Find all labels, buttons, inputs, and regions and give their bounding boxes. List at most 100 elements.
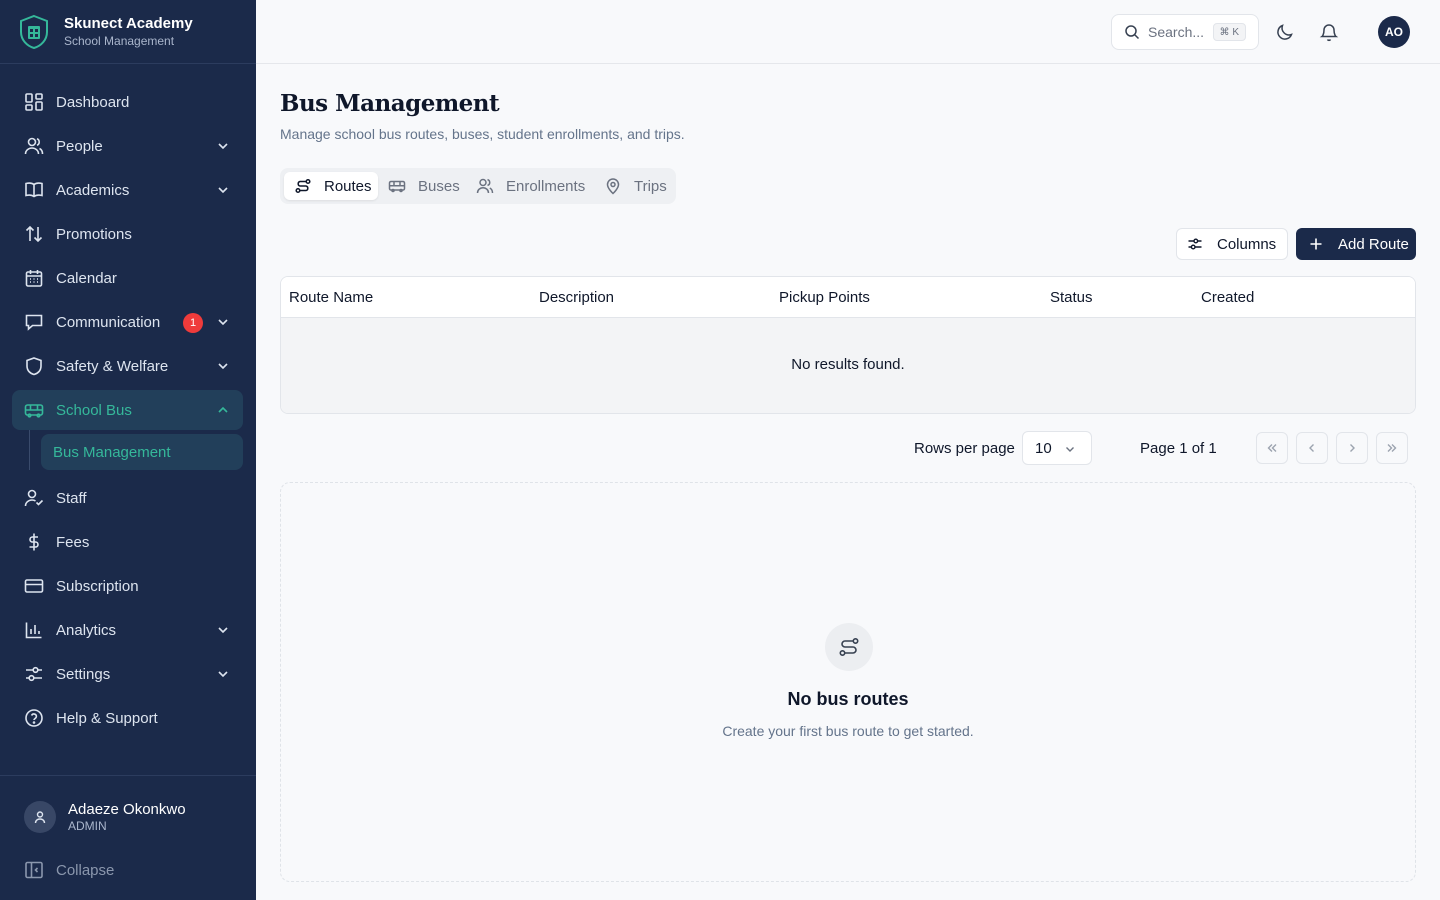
chevron-down-icon — [218, 143, 228, 150]
credit-card-icon — [24, 576, 44, 596]
tab-label: Trips — [634, 177, 667, 195]
sidebar-item-settings[interactable]: Settings — [12, 654, 243, 694]
shield-icon — [24, 356, 44, 376]
route-icon — [294, 177, 312, 195]
plus-icon — [1308, 236, 1324, 252]
sliders-icon — [1187, 236, 1203, 252]
dashboard-icon — [24, 92, 44, 112]
sidebar-item-people[interactable]: People — [12, 126, 243, 166]
sidebar-item-calendar[interactable]: Calendar — [12, 258, 243, 298]
school-shield-icon — [16, 14, 52, 50]
sidebar-item-promotions[interactable]: Promotions — [12, 214, 243, 254]
tab-buses[interactable]: Buses — [378, 172, 464, 200]
collapse-label: Collapse — [56, 861, 115, 879]
tab-trips[interactable]: Trips — [594, 172, 672, 200]
sliders-icon — [24, 664, 44, 684]
brand[interactable]: Skunect Academy School Management — [0, 0, 256, 64]
bell-icon — [1319, 24, 1339, 42]
rows-per-page-label: Rows per page — [914, 440, 1015, 457]
page-subtitle: Manage school bus routes, buses, student… — [280, 126, 685, 142]
sidebar-submenu: Bus Management — [12, 430, 243, 474]
route-icon — [825, 623, 873, 671]
map-pin-icon — [604, 177, 622, 195]
routes-table: Route Name Description Pickup Points Sta… — [280, 276, 1416, 414]
columns-label: Columns — [1217, 235, 1277, 253]
first-page-button[interactable] — [1256, 432, 1288, 464]
sidebar-item-label: Subscription — [56, 577, 139, 595]
sidebar-item-label: Calendar — [56, 269, 117, 287]
sidebar-item-safety-welfare[interactable]: Safety & Welfare — [12, 346, 243, 386]
people-icon — [24, 136, 44, 156]
sidebar-item-label: Dashboard — [56, 93, 130, 111]
pagination: Rows per page 10 Page 1 of 1 — [280, 430, 1416, 466]
column-header-route-name[interactable]: Route Name — [289, 289, 373, 306]
sidebar-item-analytics[interactable]: Analytics — [12, 610, 243, 650]
calendar-icon — [24, 268, 44, 288]
chevron-down-icon — [1066, 447, 1074, 452]
chevron-up-icon — [218, 406, 228, 413]
chevron-down-icon — [218, 671, 228, 678]
submenu-line — [29, 430, 30, 470]
rows-per-page-value: 10 — [1035, 439, 1052, 457]
columns-button[interactable]: Columns — [1176, 228, 1288, 260]
empty-state-text: Create your first bus route to get start… — [722, 723, 974, 739]
chevron-left-icon — [1309, 444, 1314, 452]
sidebar-item-fees[interactable]: Fees — [12, 522, 243, 562]
tab-routes[interactable]: Routes — [284, 172, 378, 200]
sidebar-item-school-bus[interactable]: School Bus — [12, 390, 243, 430]
sidebar-item-label: Staff — [56, 489, 87, 507]
rows-per-page-select[interactable]: 10 — [1022, 431, 1092, 465]
bar-chart-icon — [24, 620, 44, 640]
chevron-down-icon — [218, 363, 228, 370]
previous-page-button[interactable] — [1296, 432, 1328, 464]
bus-icon — [24, 400, 44, 420]
sidebar-item-staff[interactable]: Staff — [12, 478, 243, 518]
sidebar-item-bus-management[interactable]: Bus Management — [41, 434, 243, 470]
book-icon — [24, 180, 44, 200]
add-route-button[interactable]: Add Route — [1296, 228, 1416, 260]
theme-toggle-button[interactable] — [1275, 20, 1295, 44]
sidebar: Skunect Academy School Management Dashbo… — [0, 0, 256, 900]
column-header-description[interactable]: Description — [539, 289, 614, 306]
sidebar-item-label: School Bus — [56, 401, 132, 419]
search-shortcut: ⌘ K — [1212, 23, 1246, 41]
brand-name: Skunect Academy — [64, 14, 193, 32]
column-header-pickup-points[interactable]: Pickup Points — [779, 289, 870, 306]
collapse-button[interactable]: Collapse — [24, 860, 114, 880]
moon-icon — [1277, 24, 1293, 40]
message-icon — [24, 312, 44, 332]
tab-enrollments[interactable]: Enrollments — [466, 172, 594, 200]
search-input[interactable]: Search... ⌘ K — [1111, 14, 1259, 50]
chevrons-right-icon — [1387, 444, 1397, 452]
user-name: Adaeze Okonkwo — [68, 801, 186, 818]
user-profile[interactable]: Adaeze Okonkwo ADMIN — [24, 801, 186, 833]
tab-label: Enrollments — [506, 177, 586, 195]
user-panel: Adaeze Okonkwo ADMIN Collapse — [0, 775, 256, 900]
user-avatar[interactable]: AO — [1378, 16, 1410, 48]
sidebar-item-label: Communication — [56, 313, 161, 331]
topbar: Search... ⌘ K AO — [256, 0, 1440, 64]
search-icon — [1125, 25, 1140, 40]
sidebar-item-label: Safety & Welfare — [56, 357, 169, 375]
sidebar-item-academics[interactable]: Academics — [12, 170, 243, 210]
last-page-button[interactable] — [1376, 432, 1408, 464]
sidebar-item-communication[interactable]: Communication 1 — [12, 302, 243, 342]
panel-collapse-icon — [24, 860, 44, 880]
sidebar-item-dashboard[interactable]: Dashboard — [12, 82, 243, 122]
column-header-created[interactable]: Created — [1201, 289, 1254, 306]
sidebar-item-label: Promotions — [56, 225, 132, 243]
chevron-down-icon — [218, 319, 228, 326]
dollar-icon — [24, 532, 44, 552]
sidebar-item-label: Academics — [56, 181, 130, 199]
users-icon — [476, 177, 494, 195]
sidebar-item-help-support[interactable]: Help & Support — [12, 698, 243, 738]
column-header-status[interactable]: Status — [1050, 289, 1093, 306]
sidebar-item-subscription[interactable]: Subscription — [12, 566, 243, 606]
next-page-button[interactable] — [1336, 432, 1368, 464]
tab-label: Routes — [324, 177, 372, 195]
sidebar-nav: Dashboard People Academics Promotions Ca… — [12, 82, 243, 742]
page-title: Bus Management — [280, 90, 500, 117]
no-results-text: No results found. — [791, 356, 905, 373]
notifications-button[interactable] — [1319, 20, 1339, 44]
empty-state-title: No bus routes — [787, 689, 909, 709]
